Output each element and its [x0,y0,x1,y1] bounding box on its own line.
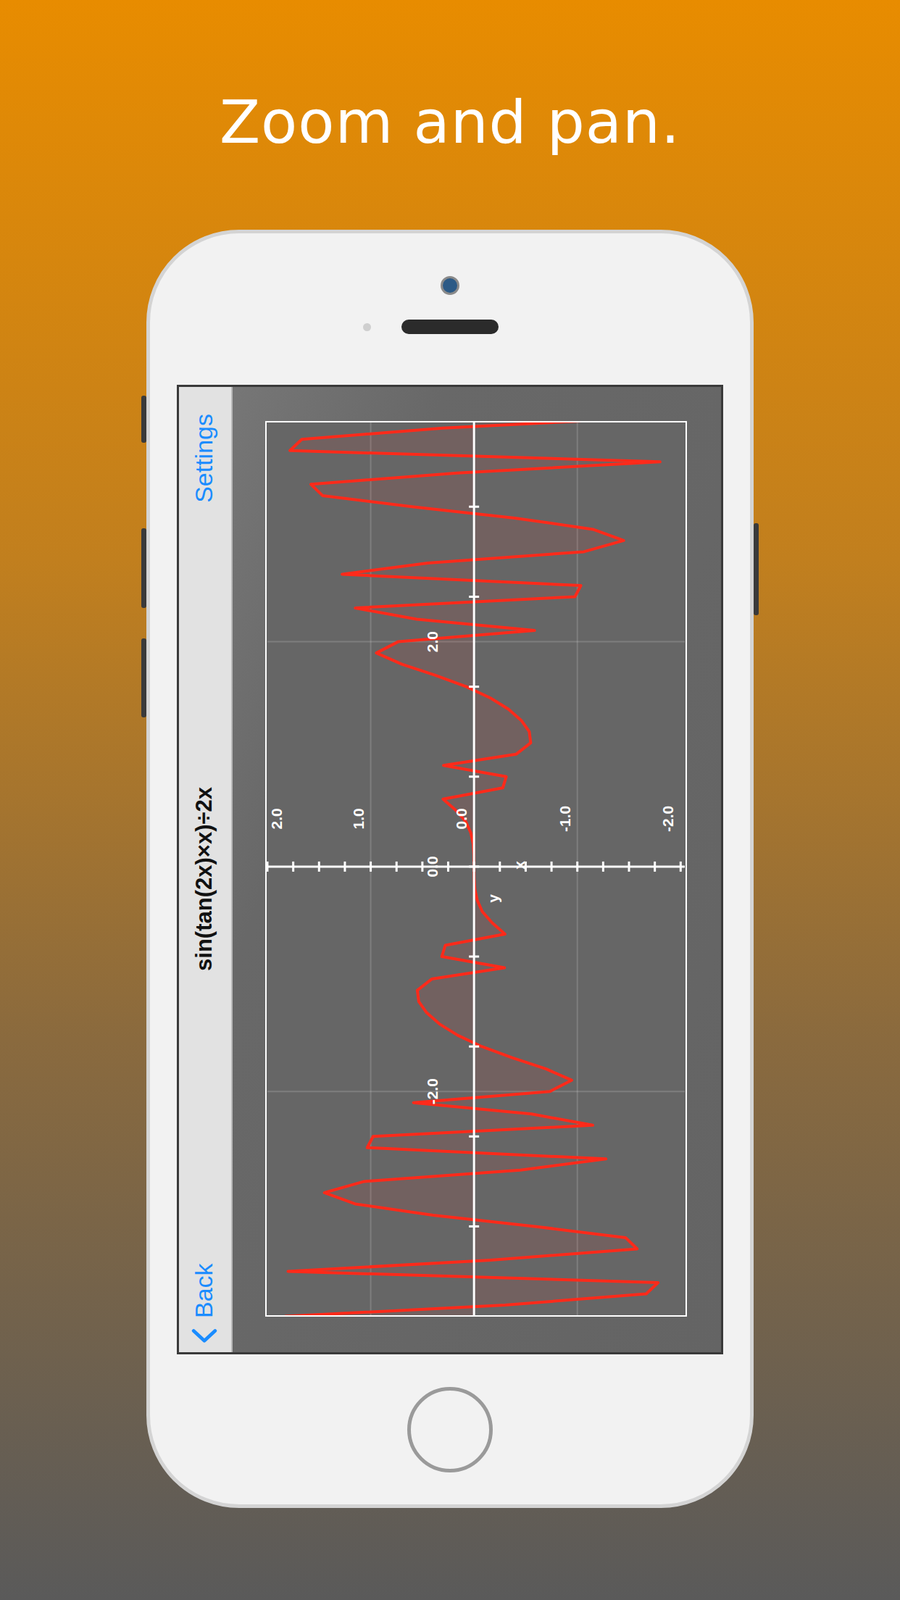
home-button[interactable] [407,1386,493,1473]
y-tick-label: 2.0 [268,807,285,829]
x-tick [468,685,479,688]
x-tick [468,505,479,508]
y-tick [628,861,631,872]
x-axis-label: x [510,860,528,870]
power-button [753,523,759,616]
y-tick-label: 1.0 [350,807,367,829]
chevron-left-icon [191,1328,218,1345]
x-tick [468,775,479,778]
y-tick [498,861,501,872]
y-tick [395,861,398,872]
y-tick [421,861,424,872]
y-tick-label: 0.0 [452,807,470,829]
grid-line [267,641,685,643]
y-tick [602,861,605,872]
curve-line [284,422,664,1316]
y-tick [343,861,346,872]
nav-bar: Back sin(tan(2x)×x)÷2x Settings [176,384,233,1355]
volume-up-button [141,528,147,608]
sensor-icon [363,323,372,332]
y-tick-label: -1.0 [556,805,574,832]
y-tick [369,861,372,872]
bottom-bezel [150,1354,750,1505]
nav-title: sin(tan(2x)×x)÷2x [191,786,218,972]
y-tick [318,861,321,872]
x-tick [468,1135,479,1138]
y-tick [292,861,295,872]
screen: Back sin(tan(2x)×x)÷2x Settings -2.0 0.0 2.0 2… [176,384,724,1355]
back-label: Back [189,1263,219,1319]
x-tick [468,595,479,598]
y-tick [447,861,450,872]
camera-icon [440,276,460,295]
top-bezel [150,233,750,385]
x-axis [473,422,476,1316]
grid-line [576,422,579,1316]
chart[interactable]: -2.0 0.0 2.0 2.0 1.0 0.0 -1.0 -2.0 x y [266,422,686,1316]
phone: Back sin(tan(2x)×x)÷2x Settings -2.0 0.0 2.0 2… [146,229,754,1508]
curve-area [284,422,664,1316]
y-axis [267,865,685,868]
back-button[interactable]: Back [186,1263,222,1345]
mute-switch [141,395,147,443]
y-tick [653,861,656,872]
x-tick-label: 2.0 [423,631,441,653]
y-tick [550,861,553,872]
promo-page: Zoom and pan. Back sin(tan(2x)×x)÷2x Settin… [0,0,900,1600]
headline: Zoom and pan. [219,83,681,162]
settings-button[interactable]: Settings [186,413,222,503]
graph-area: -2.0 0.0 2.0 2.0 1.0 0.0 -1.0 -2.0 x y [232,384,724,1355]
plot[interactable]: -2.0 0.0 2.0 2.0 1.0 0.0 -1.0 -2.0 x y [265,421,687,1317]
y-tick [576,861,579,872]
y-axis-label: y [484,894,502,903]
graph-view: Back sin(tan(2x)×x)÷2x Settings -2.0 0.0 2.0 2… [176,384,724,1355]
y-tick [266,861,269,872]
y-tick [679,861,682,872]
y-tick [473,861,476,872]
x-tick [468,955,479,958]
x-tick-label: -2.0 [423,1078,441,1105]
speaker-icon [401,319,499,335]
x-tick-label: 0.0 [423,855,441,877]
y-tick-label: -2.0 [659,805,677,832]
x-tick [468,1045,479,1048]
volume-down-button [141,638,147,718]
x-tick [468,1225,479,1228]
